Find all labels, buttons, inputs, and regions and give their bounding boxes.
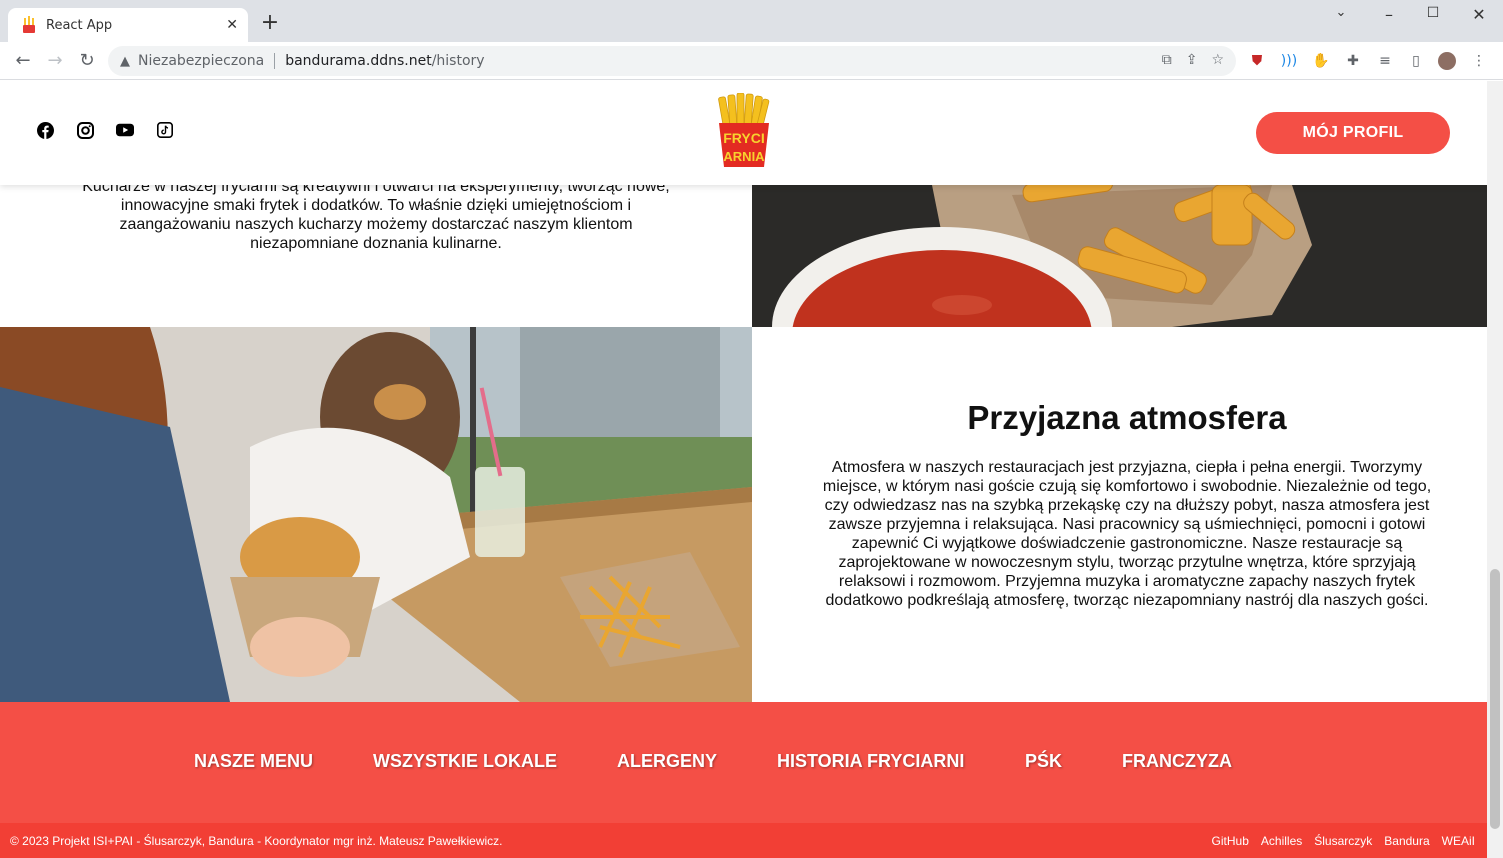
window-close-icon[interactable]: ✕ — [1464, 5, 1494, 24]
footer-link-allergens[interactable]: ALERGENY — [617, 751, 717, 772]
tab-title: React App — [46, 17, 113, 33]
tiktok-icon[interactable] — [156, 121, 174, 139]
browser-tab[interactable]: React App ✕ — [8, 8, 248, 42]
chefs-section-text: Kucharze w naszej fryciarni są kreatywni… — [0, 177, 752, 327]
new-tab-button[interactable]: + — [258, 10, 282, 35]
dislike-extension-icon[interactable]: ✋ — [1312, 52, 1330, 70]
atmosphere-section: Przyjazna atmosfera Atmosfera w naszych … — [752, 327, 1487, 702]
logo-text-bottom: ARNIA — [723, 149, 765, 164]
translate-icon[interactable]: ⧉ — [1162, 52, 1172, 68]
site-header: FRYCI ARNIA MÓJ PROFIL — [0, 81, 1487, 185]
chefs-paragraph: Kucharze w naszej fryciarni są kreatywni… — [82, 178, 670, 252]
url-host: bandurama.ddns.net — [285, 53, 432, 69]
github-link[interactable]: GitHub — [1212, 834, 1249, 848]
omnibox-divider — [274, 53, 276, 69]
footer-link-psk[interactable]: PŚK — [1025, 751, 1062, 772]
menu-kebab-icon[interactable]: ⋮ — [1470, 52, 1488, 70]
footer-link-history[interactable]: HISTORIA FRYCIARNI — [777, 751, 964, 772]
copyright-text: © 2023 Projekt ISI+PAI - Ślusarczyk, Ban… — [10, 834, 503, 848]
profile-avatar[interactable] — [1438, 52, 1456, 70]
youtube-icon[interactable] — [116, 121, 134, 139]
bookmark-star-icon[interactable]: ☆ — [1211, 52, 1224, 68]
maximize-icon[interactable]: ☐ — [1418, 5, 1448, 21]
girls-eating-burgers-image — [0, 327, 752, 702]
reload-icon[interactable]: ↻ — [74, 48, 100, 74]
footer-link-locations[interactable]: WSZYSTKIE LOKALE — [373, 751, 557, 772]
atmosphere-paragraph: Atmosfera w naszych restauracjach jest p… — [822, 459, 1432, 609]
bandura-link[interactable]: Bandura — [1384, 834, 1429, 848]
minimize-icon[interactable]: – — [1374, 5, 1404, 24]
footer-link-menu[interactable]: NASZE MENU — [194, 751, 313, 772]
instagram-icon[interactable] — [76, 121, 94, 139]
footer-navigation: NASZE MENU WSZYSTKIE LOKALE ALERGENY HIS… — [0, 702, 1487, 823]
address-bar[interactable]: ▲ Niezabezpieczona bandurama.ddns.net/hi… — [108, 46, 1236, 76]
weaii-link[interactable]: WEAiI — [1442, 834, 1475, 848]
logo-text-top: FRYCI — [723, 130, 764, 146]
warning-icon[interactable]: ▲ — [120, 54, 130, 69]
security-label[interactable]: Niezabezpieczona — [138, 53, 264, 69]
media-control-icon[interactable]: ≡ — [1376, 52, 1394, 70]
side-panel-icon[interactable]: ▯ — [1407, 52, 1425, 70]
achilles-link[interactable]: Achilles — [1261, 834, 1302, 848]
url-path: /history — [431, 53, 485, 69]
fryciarnia-logo[interactable]: FRYCI ARNIA — [716, 92, 772, 169]
forward-icon[interactable]: → — [42, 48, 68, 74]
back-icon[interactable]: ← — [10, 48, 36, 74]
page-viewport: Kucharze w naszej fryciarni są kreatywni… — [0, 81, 1487, 858]
my-profile-button[interactable]: MÓJ PROFIL — [1256, 112, 1450, 154]
footer-external-links: GitHub Achilles Ślusarczyk Bandura WEAiI — [1212, 834, 1475, 848]
social-links — [36, 121, 174, 139]
atmosphere-heading: Przyjazna atmosfera — [967, 399, 1287, 436]
tab-search-icon[interactable]: ⌄ — [1326, 5, 1356, 20]
footer-link-franchise[interactable]: FRANCZYZA — [1122, 751, 1232, 772]
fries-favicon-icon — [22, 16, 36, 33]
extensions-puzzle-icon[interactable]: ✚ — [1344, 52, 1362, 70]
fries-ketchup-image — [752, 185, 1487, 327]
wave-extension-icon[interactable]: ))) — [1280, 52, 1298, 70]
scrollbar-thumb[interactable] — [1490, 569, 1500, 829]
browser-toolbar: ← → ↻ ▲ Niezabezpieczona bandurama.ddns.… — [0, 42, 1503, 80]
page-scrollbar[interactable] — [1487, 81, 1503, 858]
share-icon[interactable]: ⇪ — [1186, 52, 1198, 68]
browser-tab-bar: React App ✕ + ⌄ – ☐ ✕ — [0, 0, 1503, 42]
facebook-icon[interactable] — [36, 121, 54, 139]
tab-close-icon[interactable]: ✕ — [226, 17, 238, 33]
slusarczyk-link[interactable]: Ślusarczyk — [1314, 834, 1372, 848]
ublock-extension-icon[interactable]: ⛊ — [1248, 52, 1266, 70]
footer-bottom-bar: © 2023 Projekt ISI+PAI - Ślusarczyk, Ban… — [0, 823, 1487, 858]
